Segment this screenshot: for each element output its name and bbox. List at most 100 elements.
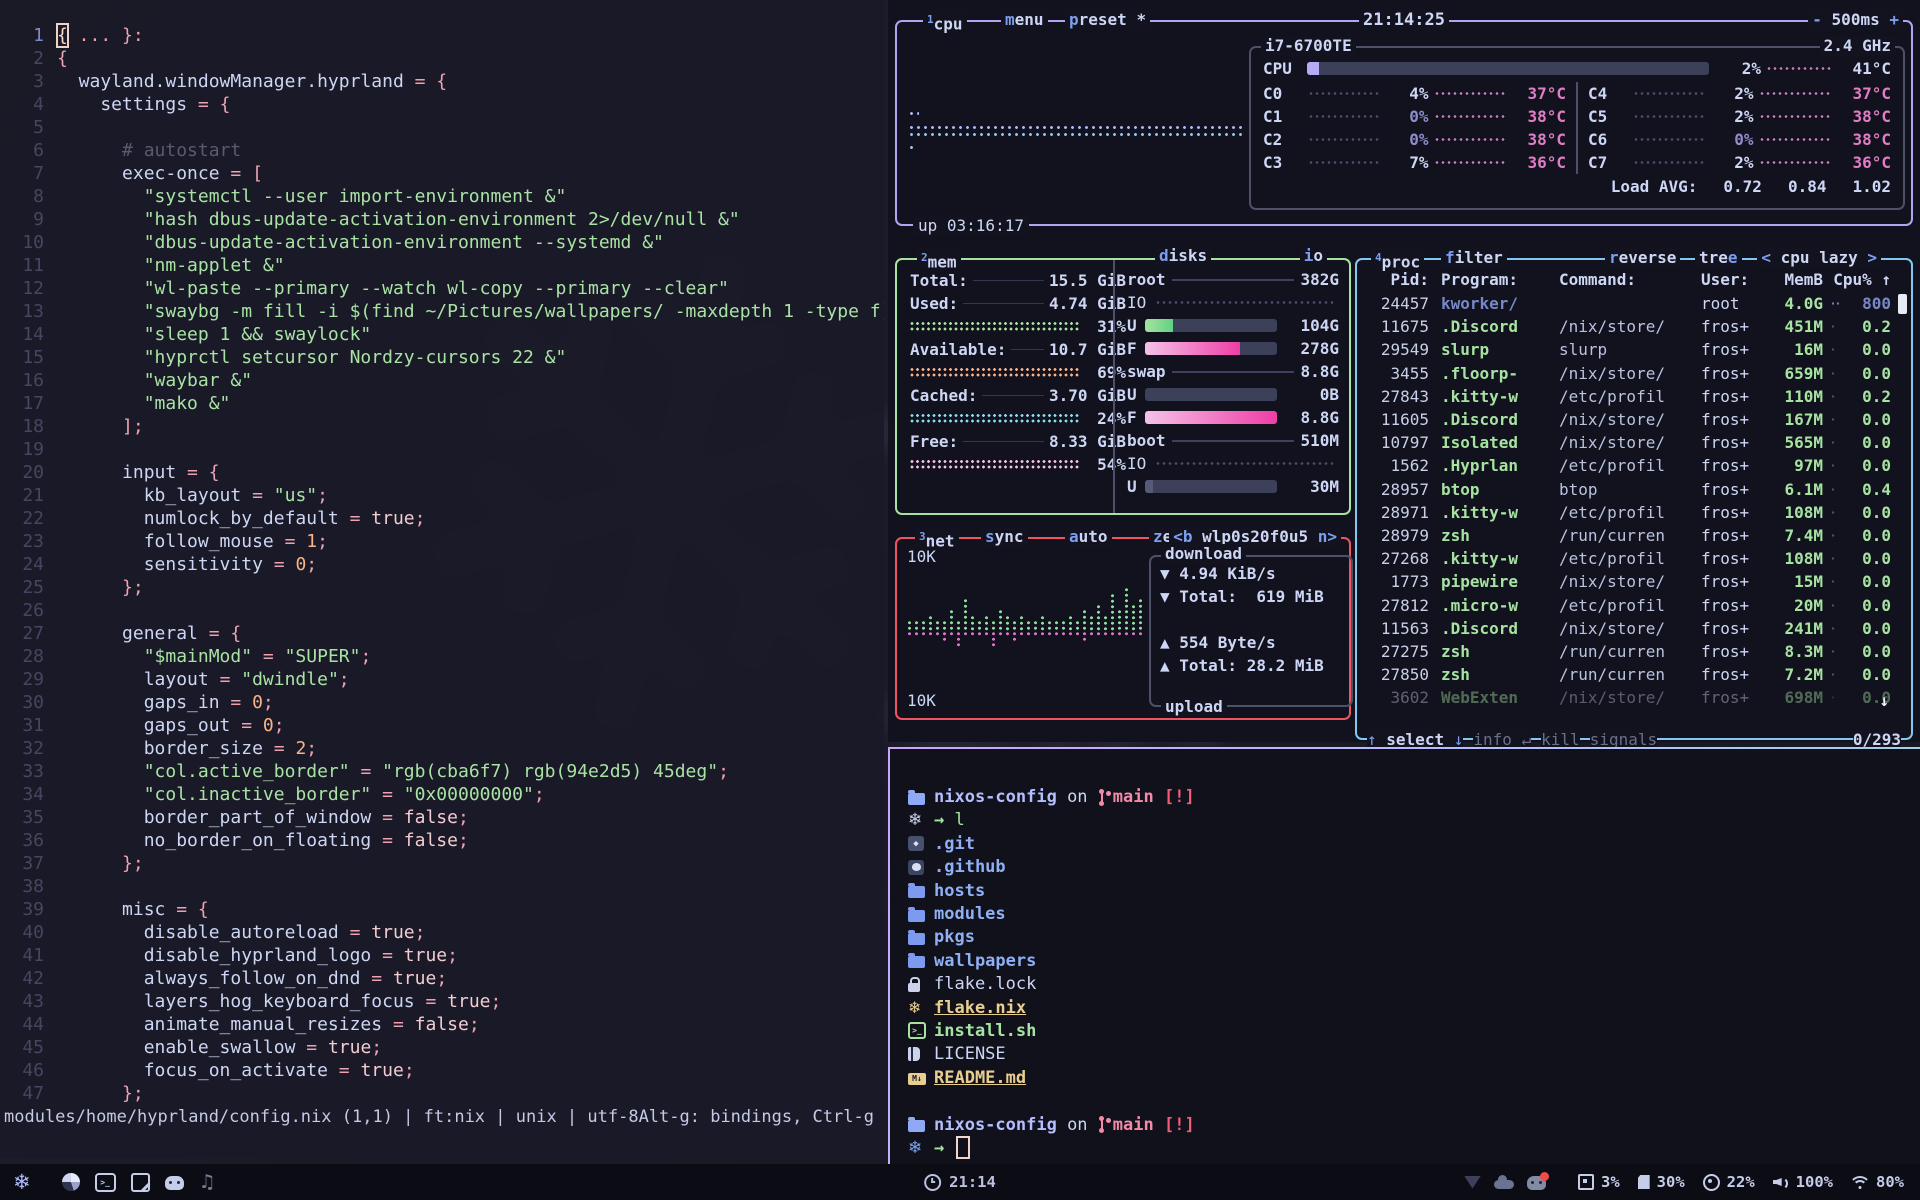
proc-row[interactable]: 3602WebExten/nix/store/fros+698M0.0 <box>1365 686 1891 709</box>
proc-row[interactable]: 11605.Discord/nix/store/fros+167M0.0 <box>1365 408 1891 431</box>
editor-line[interactable]: 18 ]; <box>0 415 884 438</box>
cpu-box-title[interactable]: 1cpu <box>923 10 967 30</box>
proc-row[interactable]: 1773pipewire/nix/store/fros+15M0.0 <box>1365 570 1891 593</box>
editor-line[interactable]: 30 gaps_in = 0; <box>0 691 884 714</box>
editor-line[interactable]: 32 border_size = 2; <box>0 737 884 760</box>
editor-line[interactable]: 38 <box>0 875 884 898</box>
proc-tree-toggle[interactable]: tree <box>1695 248 1742 268</box>
cloud-icon[interactable] <box>1494 1180 1514 1189</box>
file-list-item[interactable]: modules <box>908 902 1920 925</box>
proc-row[interactable]: 3455.floorp-/nix/store/fros+659M0.0 <box>1365 362 1891 385</box>
editor-line[interactable]: 25 }; <box>0 576 884 599</box>
disks-io-toggle[interactable]: io <box>1300 246 1327 266</box>
editor-line[interactable]: 43 layers_hog_keyboard_focus = true; <box>0 990 884 1013</box>
menu-button[interactable]: menu <box>1001 10 1048 30</box>
editor-line[interactable]: 8 "systemctl --user import-environment &… <box>0 185 884 208</box>
proc-row[interactable]: 28957btopbtopfros+6.1M0.4 <box>1365 478 1891 501</box>
discord-icon[interactable] <box>165 1176 184 1190</box>
discord-badge-icon[interactable] <box>1527 1176 1546 1190</box>
proc-reverse-toggle[interactable]: reverse <box>1605 248 1680 268</box>
proc-row[interactable]: 27268.kitty-w/etc/profilfros+108M0.0 <box>1365 547 1891 570</box>
editor-line[interactable]: 34 "col.inactive_border" = "0x00000000"; <box>0 783 884 806</box>
editor-line[interactable]: 24 sensitivity = 0; <box>0 553 884 576</box>
editor-line[interactable]: 45 enable_swallow = true; <box>0 1036 884 1059</box>
terminal-window[interactable]: nixos-config on main [!]❄→ l.git.githubh… <box>888 747 1920 1177</box>
editor-line[interactable]: 42 always_follow_on_dnd = true; <box>0 967 884 990</box>
editor-line[interactable]: 31 gaps_out = 0; <box>0 714 884 737</box>
file-list-item[interactable]: wallpapers <box>908 949 1920 972</box>
editor-window[interactable]: 1{ ... }:2{3 wayland.windowManager.hyprl… <box>0 0 884 1158</box>
net-box-title[interactable]: 3net <box>915 527 959 547</box>
volume-module[interactable]: 100% <box>1773 1173 1833 1191</box>
notes-icon[interactable] <box>131 1173 150 1192</box>
editor-line[interactable]: 9 "hash dbus-update-activation-environme… <box>0 208 884 231</box>
editor-line[interactable]: 11 "nm-applet &" <box>0 254 884 277</box>
proc-row[interactable]: 28979zsh/run/currenfros+7.4M0.0 <box>1365 524 1891 547</box>
file-list-item[interactable]: pkgs <box>908 926 1920 949</box>
file-list-item[interactable]: flake.nix <box>908 996 1920 1019</box>
editor-line[interactable]: 29 layout = "dwindle"; <box>0 668 884 691</box>
shell-command-line[interactable]: ❄→ <box>908 1136 1920 1159</box>
editor-line[interactable]: 13 "swaybg -m fill -i $(find ~/Pictures/… <box>0 300 884 323</box>
proc-row[interactable]: 29549slurpslurpfros+16M0.0 <box>1365 338 1891 361</box>
editor-line[interactable]: 12 "wl-paste --primary --watch wl-copy -… <box>0 277 884 300</box>
nixos-logo-icon[interactable]: ❄ <box>13 1170 31 1194</box>
editor-line[interactable]: 33 "col.active_border" = "rgb(cba6f7) rg… <box>0 760 884 783</box>
proc-row[interactable]: 27275zsh/run/currenfros+8.3M0.0 <box>1365 640 1891 663</box>
editor-line[interactable]: 47 }; <box>0 1082 884 1105</box>
file-list-item[interactable]: .git <box>908 832 1920 855</box>
file-list-item[interactable]: README.md <box>908 1066 1920 1089</box>
editor-line[interactable]: 46 focus_on_activate = true; <box>0 1059 884 1082</box>
editor-line[interactable]: 23 follow_mouse = 1; <box>0 530 884 553</box>
disks-title[interactable]: disks <box>1155 246 1211 266</box>
shell-command-line[interactable]: ❄→ l <box>908 809 1920 832</box>
editor-line[interactable]: 16 "waybar &" <box>0 369 884 392</box>
editor-line[interactable]: 44 animate_manual_resizes = false; <box>0 1013 884 1036</box>
editor-line[interactable]: 6 # autostart <box>0 139 884 162</box>
update-interval-control[interactable]: - 500ms + <box>1808 10 1903 30</box>
proc-row[interactable]: 10797Isolated/nix/store/fros+565M0.0 <box>1365 431 1891 454</box>
editor-line[interactable]: 10 "dbus-update-activation-environment -… <box>0 231 884 254</box>
editor-line[interactable]: 26 <box>0 599 884 622</box>
editor-line[interactable]: 21 kb_layout = "us"; <box>0 484 884 507</box>
file-list-item[interactable]: hosts <box>908 879 1920 902</box>
terminal-icon[interactable] <box>95 1173 116 1192</box>
proc-box-title[interactable]: 4proc <box>1371 248 1424 268</box>
editor-line[interactable]: 7 exec-once = [ <box>0 162 884 185</box>
proc-scrollbar[interactable] <box>1898 294 1907 314</box>
editor-line[interactable]: 35 border_part_of_window = false; <box>0 806 884 829</box>
proc-row[interactable]: 24457kworker/root4.0G800 <box>1365 292 1891 315</box>
waybar-clock[interactable]: 21:14 <box>924 1173 996 1191</box>
btop-window[interactable]: 1cpu menu preset * 21:14:25 - 500ms + i7… <box>888 0 1920 742</box>
file-list-item[interactable]: flake.lock <box>908 973 1920 996</box>
editor-line[interactable]: 2{ <box>0 47 884 70</box>
editor-line[interactable]: 40 disable_autoreload = true; <box>0 921 884 944</box>
disk-module[interactable]: 22% <box>1703 1173 1755 1191</box>
net-sync-toggle[interactable]: sync <box>981 527 1028 547</box>
editor-line[interactable]: 1{ ... }: <box>0 24 884 47</box>
editor-line[interactable]: 15 "hyprctl setcursor Nordzy-cursors 22 … <box>0 346 884 369</box>
music-icon[interactable]: ♫ <box>199 1171 216 1193</box>
proc-row[interactable]: 11563.Discord/nix/store/fros+241M0.0 <box>1365 617 1891 640</box>
proc-filter-button[interactable]: filter <box>1441 248 1507 268</box>
proc-row[interactable]: 27812.micro-w/etc/profilfros+20M0.0 <box>1365 593 1891 616</box>
net-auto-toggle[interactable]: auto <box>1065 527 1112 547</box>
editor-line[interactable]: 27 general = { <box>0 622 884 645</box>
proc-row[interactable]: 28971.kitty-w/etc/profilfros+108M0.0 <box>1365 501 1891 524</box>
editor-line[interactable]: 14 "sleep 1 && swaylock" <box>0 323 884 346</box>
editor-line[interactable]: 19 <box>0 438 884 461</box>
wifi-module[interactable]: 80% <box>1851 1173 1904 1191</box>
editor-line[interactable]: 22 numlock_by_default = true; <box>0 507 884 530</box>
editor-line[interactable]: 20 input = { <box>0 461 884 484</box>
editor-line[interactable]: 37 }; <box>0 852 884 875</box>
proc-sort-selector[interactable]: < cpu lazy > <box>1757 248 1881 268</box>
editor-line[interactable]: 17 "mako &" <box>0 392 884 415</box>
file-list-item[interactable]: LICENSE <box>908 1043 1920 1066</box>
proc-row[interactable]: 1562.Hyprlan/etc/profilfros+97M0.0 <box>1365 454 1891 477</box>
proc-row[interactable]: 27850zsh/run/currenfros+7.2M0.0 <box>1365 663 1891 686</box>
editor-line[interactable]: 41 disable_hyprland_logo = true; <box>0 944 884 967</box>
memory-module[interactable]: 30% <box>1638 1173 1685 1191</box>
preset-button[interactable]: preset * <box>1065 10 1150 30</box>
wifi-down-icon[interactable] <box>1464 1176 1481 1189</box>
editor-line[interactable]: 28 "$mainMod" = "SUPER"; <box>0 645 884 668</box>
